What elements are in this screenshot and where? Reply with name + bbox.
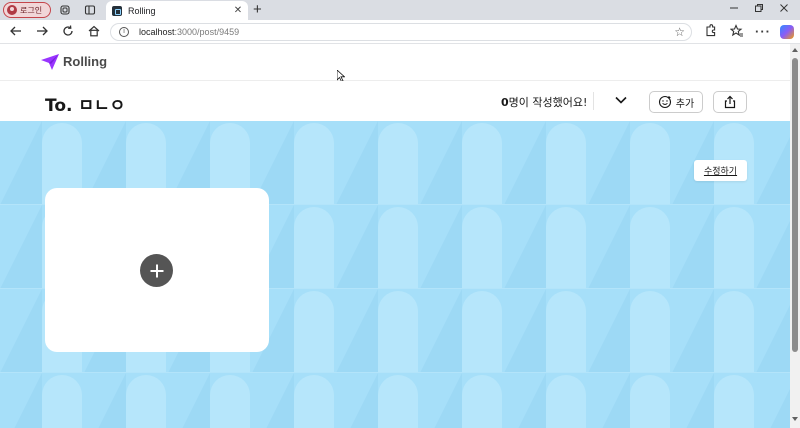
share-button[interactable] [713,91,747,113]
restore-icon[interactable] [752,2,766,17]
address-bar[interactable]: i localhost:3000/post/9459 ☆ [110,23,692,41]
plus-icon [150,264,163,277]
browser-toolbar: i localhost:3000/post/9459 ☆ ··· [0,20,800,44]
home-icon[interactable] [86,24,102,40]
scroll-down-icon[interactable] [791,416,799,422]
edit-button[interactable]: 수정하기 [694,160,747,181]
user-icon [7,5,17,15]
edit-button-label: 수정하기 [703,167,738,177]
back-icon[interactable] [8,24,24,40]
star-icon[interactable]: ☆ [674,25,685,39]
profile-button[interactable]: 로그인 [3,2,51,18]
chevron-down-icon[interactable] [614,93,628,107]
writer-count: 0명이 작성했어요! [501,94,587,110]
favicon-icon [112,5,122,16]
profile-label: 로그인 [20,5,43,15]
url-path: :3000/post/9459 [174,27,240,37]
info-icon[interactable]: i [119,27,129,37]
tab-title: Rolling [128,5,156,16]
new-tab-button[interactable]: + [253,1,262,18]
scroll-up-icon[interactable] [791,47,799,53]
add-reaction-button[interactable]: 추가 [649,91,703,113]
more-icon[interactable]: ··· [755,24,771,40]
post-header: To. ㅁㄴㅇ 0명이 작성했어요! 추가 [0,81,790,121]
share-icon [724,95,736,109]
scrollbar-thumb[interactable] [792,58,798,352]
divider [593,92,594,110]
extensions-icon[interactable] [702,24,718,40]
minimize-icon[interactable] [727,2,741,17]
add-reaction-label: 추가 [675,98,695,110]
close-icon[interactable]: ✕ [232,5,244,16]
site-header: Rolling [0,44,790,81]
collections-icon[interactable] [59,4,71,16]
favorites-icon[interactable] [729,24,745,40]
writer-count-number: 0 [501,96,509,109]
add-message-card[interactable] [45,188,269,352]
recipient-name: To. ㅁㄴㅇ [45,96,126,116]
emoji-add-icon [658,95,671,109]
copilot-icon[interactable] [780,25,794,39]
url-host: localhost [139,27,175,37]
window-close-icon[interactable] [777,2,791,17]
tab-rolling[interactable]: Rolling ✕ [106,1,248,20]
browser-tab-bar: 로그인 Rolling ✕ + [0,0,800,20]
logo-text[interactable]: Rolling [63,54,107,69]
tab-actions-icon[interactable] [84,4,96,16]
add-message-button[interactable] [140,254,173,287]
paper-plane-icon[interactable] [41,54,59,70]
writer-count-suffix: 명이 작성했어요! [508,96,588,109]
forward-icon[interactable] [34,24,50,40]
refresh-icon[interactable] [60,24,76,40]
